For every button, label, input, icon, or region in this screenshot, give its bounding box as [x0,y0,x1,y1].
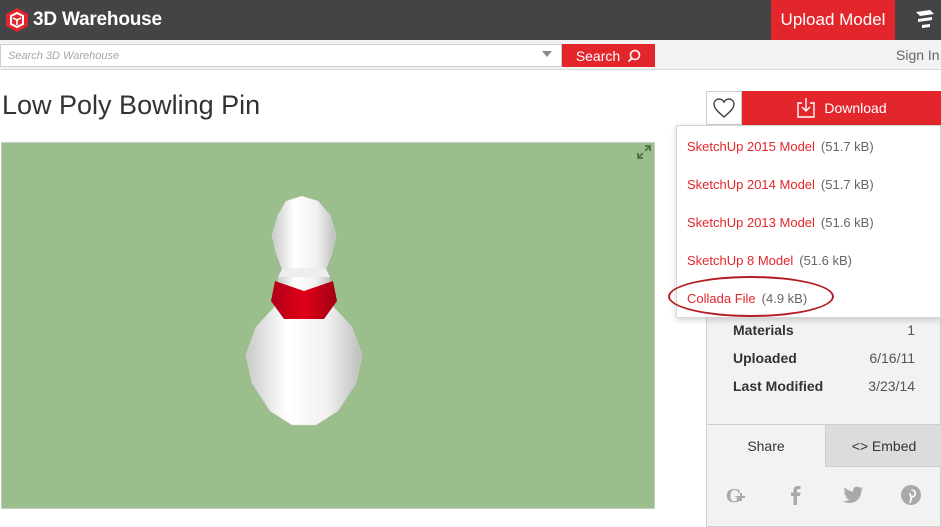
sketchup-menu-icon[interactable] [912,6,938,32]
download-option-size: (51.7 kB) [820,176,874,192]
search-button-label: Search [575,47,621,64]
tab-embed[interactable]: <> Embed [825,425,941,467]
download-option-sketchup-2014[interactable]: SketchUp 2014 Model (51.7 kB) [687,174,874,194]
sign-in-link[interactable]: Sign In [896,47,940,63]
info-row-materials: Materials 1 [733,322,915,342]
download-option-size: (51.6 kB) [799,252,852,268]
info-row-uploaded: Uploaded 6/16/11 [733,350,915,370]
pinterest-icon[interactable] [896,480,926,510]
download-option-collada[interactable]: Collada File (4.9 kB) [687,288,807,308]
favorite-button[interactable] [706,91,742,125]
download-option-name: SketchUp 8 Model [687,252,794,268]
model-title: Low Poly Bowling Pin [2,90,261,120]
download-option-name: SketchUp 2015 Model [687,138,815,154]
logo[interactable]: 3D Warehouse [4,6,162,34]
download-dropdown-menu: SketchUp 2015 Model (51.7 kB) SketchUp 2… [676,125,941,318]
search-input[interactable] [0,44,562,67]
download-option-sketchup-2013[interactable]: SketchUp 2013 Model (51.6 kB) [687,212,874,232]
info-key: Last Modified [733,378,824,394]
brand-name: 3D Warehouse [33,9,162,30]
download-option-size: (51.6 kB) [820,214,874,230]
search-bar: Search Sign In [0,40,941,70]
tab-share[interactable]: Share [707,425,825,467]
top-navbar: 3D Warehouse Upload Model [0,0,941,40]
fullscreen-icon[interactable] [636,144,652,160]
info-value: 1 [907,322,915,338]
download-option-size: (51.7 kB) [820,138,874,154]
download-icon [797,98,816,118]
search-icon [628,49,641,62]
google-plus-icon[interactable]: G [722,480,752,510]
warehouse-logo-icon [6,8,28,32]
download-option-sketchup-2015[interactable]: SketchUp 2015 Model (51.7 kB) [687,136,874,156]
upload-model-button[interactable]: Upload Model [771,0,895,40]
download-label: Download [824,100,887,116]
info-key: Uploaded [733,350,797,366]
download-option-name: SketchUp 2013 Model [687,214,815,230]
info-row-last-modified: Last Modified 3/23/14 [733,378,915,398]
facebook-icon[interactable] [780,480,810,510]
info-value: 3/23/14 [868,378,915,394]
heart-icon [713,98,735,118]
info-value: 6/16/11 [869,350,915,366]
search-scope-dropdown-icon[interactable] [542,51,552,57]
download-option-name: Collada File [687,290,756,306]
download-option-sketchup-8[interactable]: SketchUp 8 Model (51.6 kB) [687,250,852,270]
bowling-pin-model [245,195,363,426]
search-button[interactable]: Search [562,44,655,67]
share-tabs: Share <> Embed [707,424,941,467]
info-key: Materials [733,322,794,338]
download-option-size: (4.9 kB) [761,290,808,306]
download-option-name: SketchUp 2014 Model [687,176,815,192]
twitter-icon[interactable] [838,480,868,510]
download-button[interactable]: Download [742,91,941,125]
model-viewer[interactable] [1,142,655,509]
